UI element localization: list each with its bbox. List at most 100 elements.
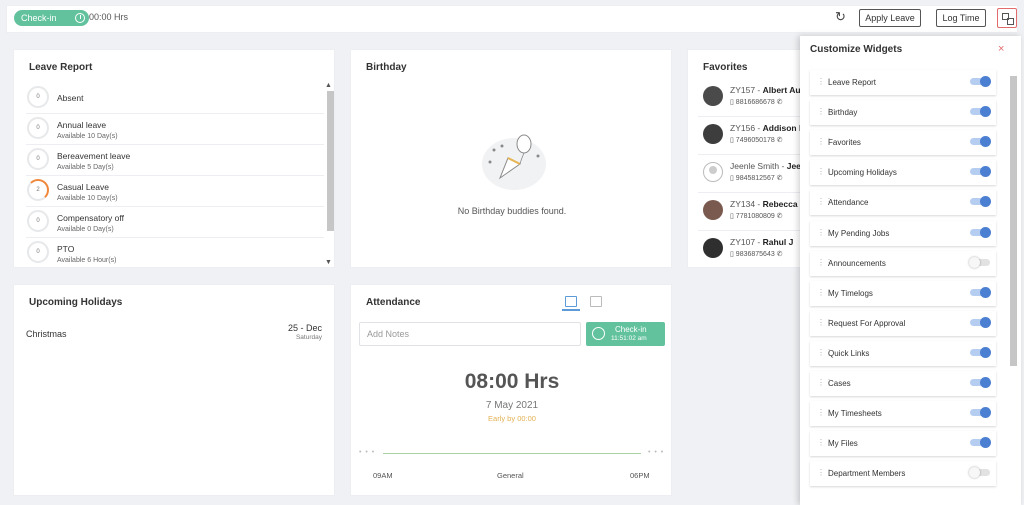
add-notes-input[interactable]: Add Notes <box>359 322 581 346</box>
upcoming-holidays-card: Upcoming Holidays Christmas 25 - Dec Sat… <box>13 284 335 496</box>
leave-count-ring: 0 <box>27 210 49 232</box>
widget-item[interactable]: ⋮⋮My Timelogs <box>810 281 996 306</box>
shift-start: 09AM <box>373 471 393 480</box>
log-time-button[interactable]: Log Time <box>936 9 986 27</box>
stopwatch-icon <box>592 327 605 340</box>
close-icon[interactable]: × <box>998 43 1004 55</box>
contact-id: ZY134 - <box>730 199 760 209</box>
clock-icon <box>75 13 85 23</box>
contact-fullname: Addison B <box>763 123 806 133</box>
widget-item[interactable]: ⋮⋮Birthday <box>810 100 996 125</box>
favorites-title: Favorites <box>703 62 747 73</box>
timeline-end-dots: • • • <box>648 449 664 456</box>
scroll-down-icon[interactable]: ▼ <box>325 259 332 266</box>
widget-label: Quick Links <box>828 349 869 358</box>
avatar <box>703 238 723 258</box>
call-icon: ✆ <box>775 99 783 106</box>
widget-toggle[interactable] <box>970 469 990 476</box>
leave-item[interactable]: 0Absent <box>26 83 324 114</box>
widget-label: Upcoming Holidays <box>828 168 897 177</box>
favorite-contact[interactable]: ZY157 - Albert Au▯ 8816686678 ✆ <box>698 80 807 117</box>
widget-item[interactable]: ⋮⋮Favorites <box>810 130 996 155</box>
widget-item[interactable]: ⋮⋮Quick Links <box>810 341 996 366</box>
widget-item[interactable]: ⋮⋮Cases <box>810 371 996 396</box>
contact-phone: ▯ 7781080809 ✆ <box>730 212 783 220</box>
contact-phone: ▯ 9845812567 ✆ <box>730 174 783 182</box>
leave-item[interactable]: 0Bereavement leaveAvailable 5 Day(s) <box>26 145 324 176</box>
birthday-title: Birthday <box>366 62 407 73</box>
leave-list: 0Absent0Annual leaveAvailable 10 Day(s)0… <box>26 83 324 268</box>
widget-toggle[interactable] <box>970 78 990 85</box>
leave-item[interactable]: 2Casual LeaveAvailable 10 Day(s) <box>26 176 324 207</box>
shift-name: General <box>497 471 524 480</box>
attendance-hours: 08:00 Hrs <box>351 370 673 394</box>
leave-availability: Available 5 Day(s) <box>57 164 114 171</box>
phone-number: 9845812567 <box>736 175 775 182</box>
widget-label: Attendance <box>828 198 868 207</box>
apply-leave-button[interactable]: Apply Leave <box>859 9 921 27</box>
widget-item[interactable]: ⋮⋮Announcements <box>810 251 996 276</box>
favorite-contact[interactable]: ZY134 - Rebecca B▯ 7781080809 ✆ <box>698 194 807 231</box>
leave-type-name: Casual Leave <box>57 182 109 192</box>
avatar <box>703 124 723 144</box>
widget-toggle[interactable] <box>970 439 990 446</box>
widget-toggle[interactable] <box>970 198 990 205</box>
widget-toggle[interactable] <box>970 319 990 326</box>
top-bar: Check-in 00:00 Hrs ↻ Apply Leave Log Tim… <box>6 5 1018 33</box>
tab-checkin-view[interactable] <box>562 295 580 311</box>
leave-count-ring: 0 <box>27 241 49 263</box>
widget-toggle[interactable] <box>970 168 990 175</box>
attendance-checkin-button[interactable]: Check-in 11:51:02 am <box>586 322 665 346</box>
customize-widgets-icon[interactable] <box>997 8 1017 28</box>
contact-id: Jeenle Smith - <box>730 161 784 171</box>
widget-toggle[interactable] <box>970 349 990 356</box>
favorites-card: Favorites ZY157 - Albert Au▯ 8816686678 … <box>687 49 807 268</box>
widget-toggle[interactable] <box>970 108 990 115</box>
checkin-toggle[interactable]: Check-in <box>14 10 89 26</box>
toggle-knob <box>980 377 991 388</box>
favorite-contact[interactable]: ZY156 - Addison B▯ 7496050178 ✆ <box>698 118 807 155</box>
no-birthday-text: No Birthday buddies found. <box>351 206 673 216</box>
widget-toggle[interactable] <box>970 289 990 296</box>
widget-toggle[interactable] <box>970 379 990 386</box>
widget-toggle[interactable] <box>970 409 990 416</box>
leave-item[interactable]: 0Annual leaveAvailable 10 Day(s) <box>26 114 324 145</box>
refresh-icon[interactable]: ↻ <box>835 10 846 24</box>
widget-item[interactable]: ⋮⋮Upcoming Holidays <box>810 160 996 185</box>
attendance-date: 7 May 2021 <box>351 400 673 411</box>
leave-availability: Available 6 Hour(s) <box>57 257 116 264</box>
widget-label: Favorites <box>828 138 861 147</box>
leave-item[interactable]: 0Compensatory offAvailable 0 Day(s) <box>26 207 324 238</box>
widget-item[interactable]: ⋮⋮Request For Approval <box>810 311 996 336</box>
favorite-contact[interactable]: Jeenle Smith - Jeer▯ 9845812567 ✆ <box>698 156 807 193</box>
tab-calendar-view[interactable] <box>587 295 605 311</box>
widget-item[interactable]: ⋮⋮My Timesheets <box>810 401 996 426</box>
widget-toggle[interactable] <box>970 229 990 236</box>
toggle-knob <box>980 437 991 448</box>
holiday-weekday: Saturday <box>296 334 322 341</box>
widget-item[interactable]: ⋮⋮Attendance <box>810 190 996 215</box>
panel-title: Customize Widgets <box>810 44 902 55</box>
widget-item[interactable]: ⋮⋮My Files <box>810 431 996 456</box>
scroll-up-icon[interactable]: ▲ <box>325 82 332 89</box>
widget-item[interactable]: ⋮⋮Leave Report <box>810 70 996 95</box>
widget-label: Leave Report <box>828 78 876 87</box>
call-icon: ✆ <box>775 175 783 182</box>
leave-count-ring: 0 <box>27 117 49 139</box>
favorite-contact[interactable]: ZY107 - Rahul J▯ 9836875643 ✆ <box>698 232 807 268</box>
toggle-knob <box>980 166 991 177</box>
leave-item[interactable]: 0PTOAvailable 6 Hour(s) <box>26 238 324 268</box>
panel-scroll-thumb[interactable] <box>1010 76 1017 366</box>
widget-label: My Timesheets <box>828 409 882 418</box>
contact-id: ZY157 - <box>730 85 760 95</box>
worked-hours: 00:00 Hrs <box>89 12 128 22</box>
birthday-card: Birthday No Birthday buddies found. <box>350 49 672 268</box>
contact-name: ZY157 - Albert Au <box>730 85 801 95</box>
widget-toggle[interactable] <box>970 138 990 145</box>
phone-number: 7781080809 <box>736 213 775 220</box>
widget-item[interactable]: ⋮⋮My Pending Jobs <box>810 221 996 246</box>
widget-item[interactable]: ⋮⋮Department Members <box>810 461 996 486</box>
leave-scroll-thumb[interactable] <box>327 91 334 231</box>
widget-toggle[interactable] <box>970 259 990 266</box>
contact-id: ZY156 - <box>730 123 760 133</box>
